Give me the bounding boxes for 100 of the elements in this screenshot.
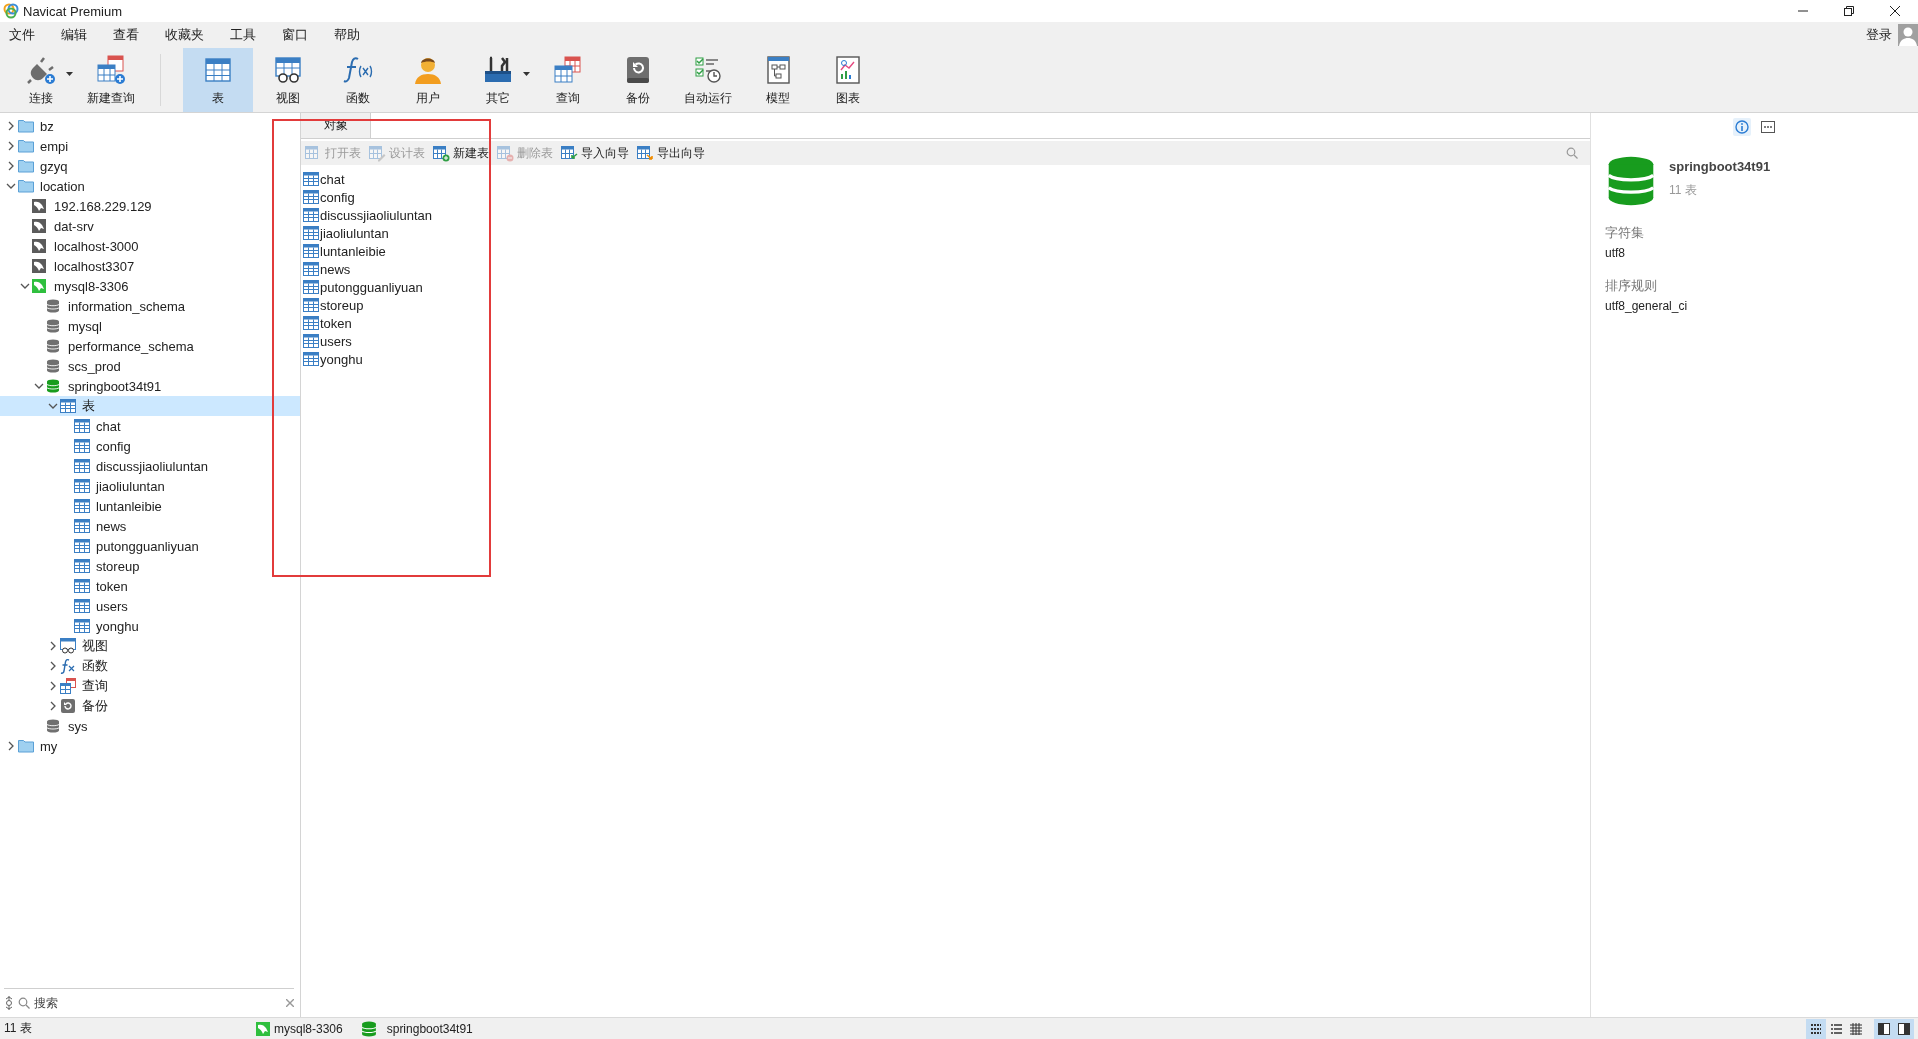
tree-item[interactable]: 表: [0, 396, 300, 416]
tree-item[interactable]: mysql8-3306: [0, 276, 300, 296]
tree-item[interactable]: storeup: [0, 556, 300, 576]
toolbar-button[interactable]: 新建查询: [76, 48, 146, 112]
list-view-icon[interactable]: [1830, 1022, 1842, 1035]
menu-item[interactable]: 查看: [104, 26, 148, 44]
menu-item[interactable]: 帮助: [325, 26, 369, 44]
object-item[interactable]: putongguanliyuan: [301, 278, 1590, 296]
table-icon: [74, 438, 90, 454]
toolbar-button[interactable]: 查询: [533, 48, 603, 112]
tree-item[interactable]: localhost-3000: [0, 236, 300, 256]
grid-view-icon[interactable]: [1810, 1022, 1822, 1035]
server-icon: [32, 259, 46, 273]
chevron-down-icon[interactable]: [6, 181, 16, 191]
menu-item[interactable]: 收藏夹: [156, 26, 213, 44]
left-panel-icon[interactable]: [1878, 1022, 1890, 1035]
table-minus-icon: [497, 144, 514, 162]
object-item[interactable]: chat: [301, 170, 1590, 188]
object-item[interactable]: token: [301, 314, 1590, 332]
object-item[interactable]: config: [301, 188, 1590, 206]
tree-item[interactable]: mysql: [0, 316, 300, 336]
table-icon: [303, 171, 319, 187]
toolbar-button[interactable]: 新建表: [433, 144, 489, 162]
toolbar-button[interactable]: 用户: [393, 48, 463, 112]
table-icon: [74, 538, 90, 554]
tree-item[interactable]: gzyq: [0, 156, 300, 176]
tree-item[interactable]: 函数: [0, 656, 300, 676]
view-icon: [60, 638, 76, 654]
view-icon: [272, 54, 304, 86]
menu-item[interactable]: 文件: [0, 26, 44, 44]
folder-icon: [18, 179, 34, 193]
tree-item[interactable]: 备份: [0, 696, 300, 716]
app-logo-icon: [3, 3, 19, 19]
object-item[interactable]: jiaoliuluntan: [301, 224, 1590, 242]
object-item[interactable]: discussjiaoliuluntan: [301, 206, 1590, 224]
search-field[interactable]: 搜索: [34, 996, 282, 1010]
tree-item[interactable]: token: [0, 576, 300, 596]
tree-item[interactable]: bz: [0, 116, 300, 136]
tree-item[interactable]: my: [0, 736, 300, 756]
tree-item[interactable]: information_schema: [0, 296, 300, 316]
toolbar-button[interactable]: 视图: [253, 48, 323, 112]
tree-item[interactable]: news: [0, 516, 300, 536]
tree-item[interactable]: putongguanliyuan: [0, 536, 300, 556]
toolbar-button[interactable]: 连接: [6, 48, 76, 112]
tab[interactable]: 对象: [301, 113, 371, 138]
server-icon: [32, 219, 46, 233]
caret-icon[interactable]: [523, 72, 530, 76]
caret-icon[interactable]: [66, 72, 73, 76]
tree-item[interactable]: 192.168.229.129: [0, 196, 300, 216]
database-icon: [46, 359, 60, 373]
tree-item[interactable]: users: [0, 596, 300, 616]
toolbar-button[interactable]: 其它: [463, 48, 533, 112]
table-icon: [303, 243, 319, 259]
toolbar-button[interactable]: 备份: [603, 48, 673, 112]
tree-item[interactable]: chat: [0, 416, 300, 436]
object-item[interactable]: yonghu: [301, 350, 1590, 368]
tree-item[interactable]: springboot34t91: [0, 376, 300, 396]
tree-item[interactable]: localhost3307: [0, 256, 300, 276]
database-icon: [360, 1020, 377, 1037]
detail-view-icon[interactable]: [1850, 1022, 1862, 1035]
filter-toggle-icon[interactable]: [4, 996, 14, 1010]
toolbar-button[interactable]: 自动运行: [673, 48, 743, 112]
tree-item[interactable]: location: [0, 176, 300, 196]
tree-item[interactable]: jiaoliuluntan: [0, 476, 300, 496]
tree-item[interactable]: sys: [0, 716, 300, 736]
menu-item[interactable]: 窗口: [273, 26, 317, 44]
tree-item[interactable]: 视图: [0, 636, 300, 656]
tree-item[interactable]: discussjiaoliuluntan: [0, 456, 300, 476]
avatar-icon[interactable]: [1898, 24, 1918, 46]
function-icon: [60, 658, 76, 674]
clear-icon[interactable]: [286, 999, 294, 1007]
login-link[interactable]: 登录: [1866, 26, 1892, 44]
object-item[interactable]: luntanleibie: [301, 242, 1590, 260]
tree-item[interactable]: scs_prod: [0, 356, 300, 376]
tree-item[interactable]: empi: [0, 136, 300, 156]
object-item[interactable]: users: [301, 332, 1590, 350]
object-item[interactable]: storeup: [301, 296, 1590, 314]
chevron-right-icon[interactable]: [6, 741, 16, 751]
tree-item[interactable]: 查询: [0, 676, 300, 696]
toolbar-button[interactable]: 函数: [323, 48, 393, 112]
tree-item[interactable]: performance_schema: [0, 336, 300, 356]
tree-item[interactable]: config: [0, 436, 300, 456]
chevron-down-icon[interactable]: [20, 281, 30, 291]
tree-item[interactable]: luntanleibie: [0, 496, 300, 516]
query-icon: [60, 678, 76, 694]
toolbar-button[interactable]: 模型: [743, 48, 813, 112]
object-item[interactable]: news: [301, 260, 1590, 278]
restore-icon: [1844, 6, 1854, 16]
right-panel-icon[interactable]: [1898, 1022, 1910, 1035]
table-arrow-icon: [561, 144, 578, 162]
menu-item[interactable]: 编辑: [52, 26, 96, 44]
tree-item[interactable]: yonghu: [0, 616, 300, 636]
toolbar-button[interactable]: 导出向导: [637, 144, 705, 162]
tree-item[interactable]: dat-srv: [0, 216, 300, 236]
toolbar-button[interactable]: 导入向导: [561, 144, 629, 162]
toolbar-button[interactable]: 表: [183, 48, 253, 112]
info-icon[interactable]: [1734, 120, 1749, 134]
menu-item[interactable]: 工具: [221, 26, 265, 44]
table-icon: [60, 398, 76, 414]
toolbar-button[interactable]: 图表: [813, 48, 883, 112]
